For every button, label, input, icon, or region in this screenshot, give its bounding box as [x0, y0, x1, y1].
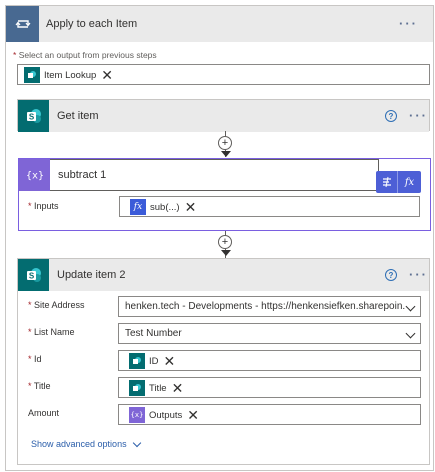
insert-step-button[interactable]: +	[218, 136, 232, 150]
insert-step-button[interactable]: +	[218, 235, 232, 249]
remove-token-icon[interactable]: ✕	[172, 381, 184, 395]
loop-icon	[6, 6, 39, 42]
expression-icon[interactable]: fx	[398, 177, 421, 188]
item-lookup-token-label: Item Lookup	[44, 69, 97, 81]
get-item-title: Get item	[57, 110, 99, 122]
apply-to-each-menu-button[interactable]: ···	[399, 16, 418, 31]
list-name-label: * List Name	[28, 327, 75, 337]
dynamic-content-panel[interactable]: fx	[376, 171, 421, 193]
item-lookup-token[interactable]: Item Lookup ✕	[24, 67, 113, 83]
subtract-header[interactable]: {x} subtract 1	[19, 159, 430, 191]
expression-token-label: sub(...)	[150, 201, 180, 213]
title-label: * Title	[28, 381, 51, 391]
subtract-title: subtract 1	[58, 169, 107, 181]
sharepoint-icon: S	[18, 259, 49, 291]
sharepoint-icon	[129, 353, 145, 369]
title-token-label: Title	[149, 382, 167, 394]
amount-label: Amount	[28, 408, 60, 418]
update-item-header[interactable]: S Update item 2 ? ···	[18, 259, 429, 291]
select-output-label: * Select an output from previous steps	[13, 50, 157, 60]
chevron-down-icon	[132, 438, 141, 447]
site-address-label: * Site Address	[28, 300, 85, 310]
fx-icon: fx	[130, 199, 146, 215]
remove-token-icon[interactable]: ✕	[101, 68, 113, 82]
arrow-down-icon	[221, 151, 231, 157]
title-token[interactable]: Title ✕	[129, 380, 183, 396]
variable-icon: {x}	[129, 407, 145, 423]
id-field[interactable]: ID ✕	[118, 350, 421, 371]
id-token[interactable]: ID ✕	[129, 353, 175, 369]
outputs-token-label: Outputs	[149, 409, 183, 421]
select-output-label-text: Select an output from previous steps	[18, 50, 157, 60]
required-mark: *	[13, 50, 17, 60]
remove-token-icon[interactable]: ✕	[164, 354, 176, 368]
subtract-card[interactable]: {x} subtract 1 * Inputs fx sub(...) ✕	[18, 158, 431, 231]
apply-to-each-header[interactable]: Apply to each Item ···	[6, 6, 433, 42]
chevron-down-icon[interactable]	[405, 328, 416, 339]
id-token-label: ID	[149, 355, 159, 367]
update-item-title: Update item 2	[57, 269, 126, 281]
chevron-down-icon[interactable]	[405, 301, 416, 312]
get-item-card[interactable]: S Get item ? ···	[17, 99, 430, 132]
help-icon[interactable]: ?	[385, 110, 397, 122]
inputs-label: * Inputs	[28, 201, 59, 211]
show-advanced-options-label: Show advanced options	[31, 439, 127, 449]
arrow-down-icon	[221, 250, 231, 256]
variable-icon: {x}	[19, 159, 50, 191]
svg-text:S: S	[28, 113, 34, 122]
site-address-select[interactable]: henken.tech - Developments - https://hen…	[118, 296, 421, 317]
amount-field[interactable]: {x} Outputs ✕	[118, 404, 421, 425]
get-item-header[interactable]: S Get item ? ···	[18, 100, 429, 132]
outputs-token[interactable]: {x} Outputs ✕	[129, 407, 199, 423]
update-item-card[interactable]: S Update item 2 ? ··· * Site Address hen…	[17, 258, 430, 465]
help-icon[interactable]: ?	[385, 269, 397, 281]
sharepoint-icon	[24, 67, 40, 83]
apply-to-each-title: Apply to each Item	[46, 18, 138, 30]
inputs-field[interactable]: fx sub(...) ✕	[119, 196, 420, 217]
site-address-value: henken.tech - Developments - https://hen…	[125, 301, 405, 312]
get-item-menu-button[interactable]: ···	[409, 108, 428, 123]
title-field[interactable]: Title ✕	[118, 377, 421, 398]
sharepoint-icon: S	[18, 100, 49, 132]
remove-token-icon[interactable]: ✕	[185, 200, 197, 214]
sharepoint-icon	[129, 380, 145, 396]
svg-text:S: S	[28, 272, 34, 281]
list-name-select[interactable]: Test Number	[118, 323, 421, 344]
show-advanced-options-link[interactable]: Show advanced options	[31, 438, 141, 449]
update-item-menu-button[interactable]: ···	[409, 267, 428, 282]
expression-icon-label: fx	[404, 176, 415, 188]
svg-text:{x}: {x}	[27, 171, 43, 182]
id-label: * Id	[28, 354, 42, 364]
select-output-field[interactable]: Item Lookup ✕	[17, 64, 430, 85]
expression-token[interactable]: fx sub(...) ✕	[130, 199, 196, 215]
remove-token-icon[interactable]: ✕	[187, 408, 199, 422]
list-name-value: Test Number	[125, 328, 182, 339]
dynamic-content-icon[interactable]	[376, 171, 398, 193]
